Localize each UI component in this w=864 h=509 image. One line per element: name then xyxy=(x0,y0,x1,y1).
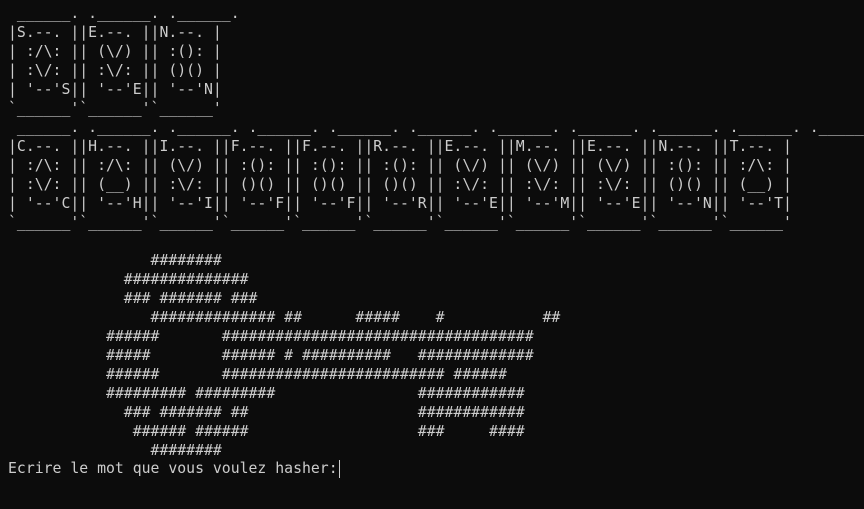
text-cursor[interactable] xyxy=(338,459,340,478)
ascii-art-logo: ######## ############## ### ####### ### … xyxy=(105,252,561,459)
ascii-banner-sen: ______. .______. .______. |S.--. ||E.--.… xyxy=(8,5,240,117)
input-prompt-line[interactable]: Ecrire le mot que vous voulez hasher: xyxy=(8,459,340,478)
terminal-window[interactable]: ______. .______. .______. |S.--. ||E.--.… xyxy=(0,0,864,509)
ascii-banner-chiffrement: ______. .______. .______. .______. .____… xyxy=(8,119,864,231)
prompt-text: Ecrire le mot que vous voulez hasher: xyxy=(8,460,338,477)
